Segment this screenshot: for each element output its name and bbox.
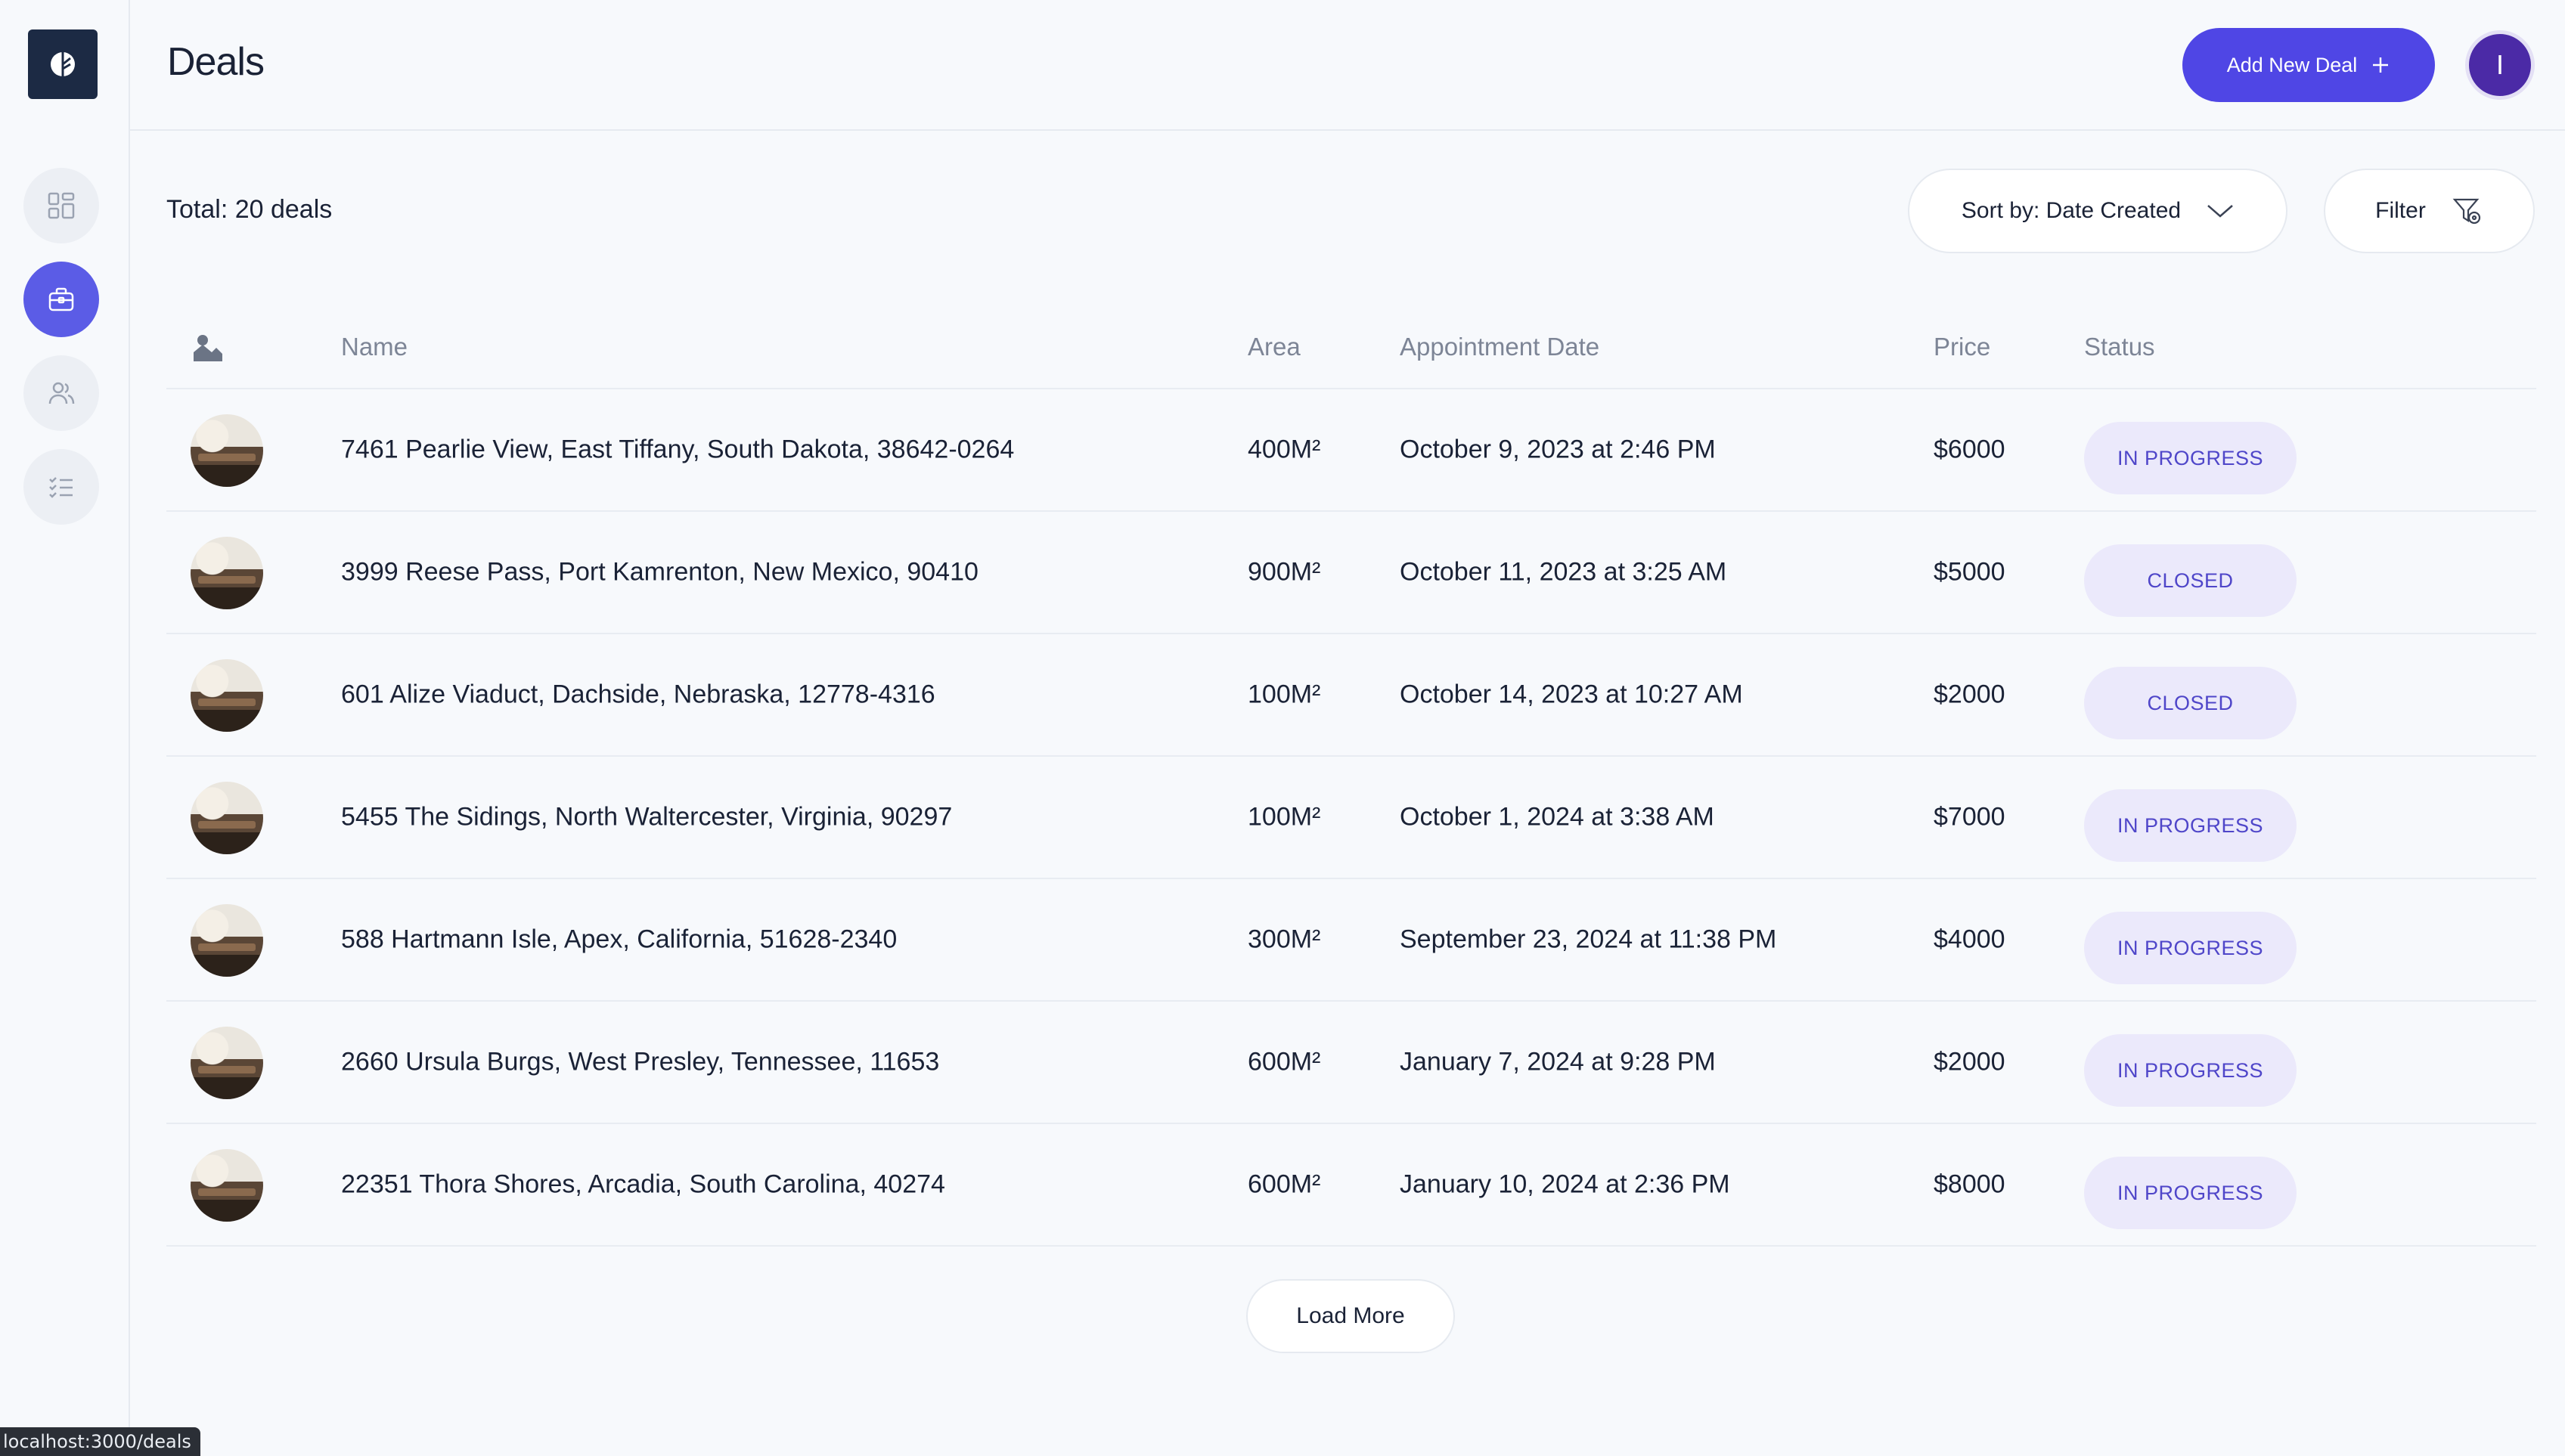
checklist-icon (49, 477, 73, 498)
table-row[interactable]: 22351 Thora Shores, Arcadia, South Carol… (166, 1124, 2536, 1247)
status-badge: IN PROGRESS (2084, 912, 2297, 984)
status-badge: IN PROGRESS (2084, 789, 2297, 862)
sidebar (0, 0, 130, 1456)
status-badge: CLOSED (2084, 544, 2297, 617)
deal-name: 2660 Ursula Burgs, West Presley, Tenness… (341, 1047, 940, 1077)
deal-area: 600M² (1248, 1169, 1321, 1199)
filter-icon (2452, 198, 2480, 225)
deal-appointment-date: September 23, 2024 at 11:38 PM (1400, 925, 1777, 954)
deal-area: 100M² (1248, 802, 1321, 832)
status-badge: IN PROGRESS (2084, 1034, 2297, 1107)
status-badge: IN PROGRESS (2084, 422, 2297, 494)
sidebar-item-deals[interactable] (23, 262, 99, 337)
deal-area: 400M² (1248, 435, 1321, 464)
table-row[interactable]: 2660 Ursula Burgs, West Presley, Tenness… (166, 1002, 2536, 1124)
deal-price: $2000 (1934, 680, 2005, 709)
property-thumbnail (191, 1149, 263, 1222)
plus-icon (2373, 57, 2389, 73)
app-logo[interactable] (28, 29, 98, 99)
table-header: Name Area Appointment Date Price Status (166, 310, 2536, 389)
filter-label: Filter (2375, 198, 2426, 223)
property-thumbnail (191, 904, 263, 977)
property-thumbnail (191, 537, 263, 609)
deal-appointment-date: October 11, 2023 at 3:25 AM (1400, 557, 1727, 587)
avatar-initial: I (2495, 49, 2504, 80)
column-area: Area (1248, 333, 1301, 361)
deal-price: $7000 (1934, 802, 2005, 832)
users-icon (48, 382, 75, 404)
deal-price: $8000 (1934, 1169, 2005, 1199)
deal-name: 22351 Thora Shores, Arcadia, South Carol… (341, 1169, 945, 1199)
property-thumbnail (191, 782, 263, 854)
add-new-deal-label: Add New Deal (2226, 53, 2358, 76)
deal-price: $5000 (1934, 557, 2005, 587)
page-title: Deals (167, 40, 265, 84)
deal-appointment-date: October 9, 2023 at 2:46 PM (1400, 435, 1716, 464)
total-deals-count: Total: 20 deals (166, 195, 333, 224)
status-badge: IN PROGRESS (2084, 1157, 2297, 1229)
deal-appointment-date: January 7, 2024 at 9:28 PM (1400, 1047, 1716, 1077)
deal-area: 600M² (1248, 1047, 1321, 1077)
deal-name: 3999 Reese Pass, Port Kamrenton, New Mex… (341, 557, 979, 587)
deal-name: 7461 Pearlie View, East Tiffany, South D… (341, 435, 1015, 464)
deal-area: 900M² (1248, 557, 1321, 587)
browser-status-url: localhost:3000/deals (0, 1427, 200, 1456)
deal-name: 588 Hartmann Isle, Apex, California, 516… (341, 925, 898, 954)
column-price: Price (1934, 333, 1991, 361)
add-new-deal-button[interactable]: Add New Deal (2182, 28, 2435, 102)
briefcase-icon (48, 287, 74, 311)
user-avatar[interactable]: I (2465, 30, 2535, 100)
property-thumbnail (191, 414, 263, 487)
column-name: Name (341, 333, 408, 361)
image-column-icon (194, 335, 222, 361)
property-thumbnail (191, 659, 263, 732)
table-row[interactable]: 3999 Reese Pass, Port Kamrenton, New Mex… (166, 512, 2536, 634)
sort-dropdown[interactable]: Sort by: Date Created (1908, 169, 2287, 253)
deal-price: $6000 (1934, 435, 2005, 464)
deal-appointment-date: October 14, 2023 at 10:27 AM (1400, 680, 1743, 709)
filter-button[interactable]: Filter (2324, 169, 2535, 253)
column-appointment-date: Appointment Date (1400, 333, 1600, 361)
deal-area: 300M² (1248, 925, 1321, 954)
table-row[interactable]: 5455 The Sidings, North Waltercester, Vi… (166, 757, 2536, 879)
chevron-down-icon (2207, 205, 2233, 218)
deal-appointment-date: January 10, 2024 at 2:36 PM (1400, 1169, 1730, 1199)
table-row[interactable]: 7461 Pearlie View, East Tiffany, South D… (166, 389, 2536, 512)
deal-appointment-date: October 1, 2024 at 3:38 AM (1400, 802, 1714, 832)
sort-label: Sort by: Date Created (1961, 198, 2182, 223)
load-more-button[interactable]: Load More (1246, 1279, 1455, 1353)
deal-name: 5455 The Sidings, North Waltercester, Vi… (341, 802, 953, 832)
table-row[interactable]: 588 Hartmann Isle, Apex, California, 516… (166, 879, 2536, 1002)
logo-icon (51, 52, 75, 76)
sidebar-item-dashboard[interactable] (23, 168, 99, 243)
deal-price: $2000 (1934, 1047, 2005, 1077)
column-status: Status (2084, 333, 2155, 361)
property-thumbnail (191, 1027, 263, 1099)
deal-price: $4000 (1934, 925, 2005, 954)
deal-name: 601 Alize Viaduct, Dachside, Nebraska, 1… (341, 680, 935, 709)
grid-icon (48, 192, 75, 219)
sidebar-item-tasks[interactable] (23, 449, 99, 525)
table-row[interactable]: 601 Alize Viaduct, Dachside, Nebraska, 1… (166, 634, 2536, 757)
top-header: Deals Add New Deal I (130, 0, 2565, 131)
sidebar-item-customers[interactable] (23, 355, 99, 431)
deal-area: 100M² (1248, 680, 1321, 709)
status-badge: CLOSED (2084, 667, 2297, 739)
deals-table: Name Area Appointment Date Price Status … (166, 310, 2536, 1247)
